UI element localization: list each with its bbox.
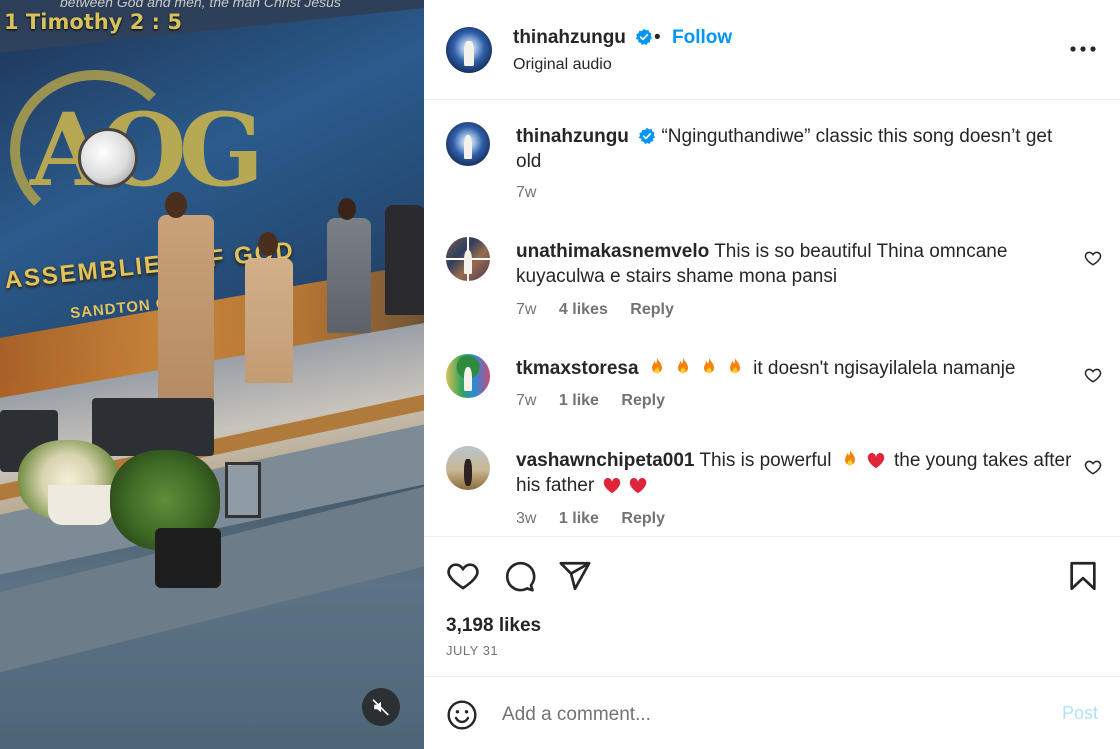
author-avatar[interactable] xyxy=(446,122,490,166)
comment-likes[interactable]: 1 like xyxy=(559,392,599,409)
lantern xyxy=(225,462,261,518)
comment-meta: 7w 4 likes Reply xyxy=(516,301,692,319)
post-date[interactable]: JULY 31 xyxy=(446,643,498,658)
comment-username[interactable]: unathimakasnemvelo xyxy=(516,241,709,262)
fire-emoji-icon xyxy=(651,358,662,374)
author-avatar[interactable] xyxy=(446,27,492,73)
singer-boy-head xyxy=(258,232,278,256)
post-comment-button[interactable]: Post xyxy=(1062,703,1098,724)
comment-like-heart-icon[interactable] xyxy=(1084,249,1102,267)
caption-text: thinahzungu “Nginguthandiwe” classic thi… xyxy=(516,124,1076,174)
caption-meta: 7w xyxy=(516,184,554,202)
singer-man-head xyxy=(165,192,187,218)
follow-button[interactable]: Follow xyxy=(672,27,732,49)
red-heart-emoji-icon xyxy=(630,478,647,494)
more-horizontal-icon[interactable] xyxy=(1066,36,1100,62)
audio-label[interactable]: Original audio xyxy=(513,56,612,74)
comment-likes[interactable]: 1 like xyxy=(559,510,599,527)
speaker-muted-icon xyxy=(372,699,389,716)
commenter-avatar[interactable] xyxy=(446,446,490,490)
header-separator: • xyxy=(654,27,661,48)
plant-pot xyxy=(155,528,221,588)
comment-input[interactable] xyxy=(502,699,1042,731)
add-comment-bar: Post xyxy=(424,676,1120,749)
red-heart-emoji-icon xyxy=(867,453,884,469)
commenter-avatar[interactable] xyxy=(446,237,490,281)
flower-pot xyxy=(48,485,112,525)
comment-meta: 3w 1 like Reply xyxy=(516,510,683,528)
comment-meta: 7w 1 like Reply xyxy=(516,392,683,410)
comment-time[interactable]: 3w xyxy=(516,510,536,527)
comments-list[interactable]: thinahzungu “Nginguthandiwe” classic thi… xyxy=(424,100,1120,536)
comment-like-heart-icon[interactable] xyxy=(1084,458,1102,476)
comment-like-heart-icon[interactable] xyxy=(1084,366,1102,384)
caption-username[interactable]: thinahzungu xyxy=(516,126,629,147)
singer-man xyxy=(158,215,214,405)
emoji-picker-icon[interactable] xyxy=(446,699,478,731)
caption-time[interactable]: 7w xyxy=(516,184,536,201)
likes-count[interactable]: 3,198 likes xyxy=(446,615,541,637)
mute-toggle-button[interactable] xyxy=(362,688,400,726)
singer-boy xyxy=(245,258,293,383)
comment-text: vashawnchipeta001 This is powerful the y… xyxy=(516,448,1076,498)
fire-emoji-icon xyxy=(844,450,855,466)
comment-body: This is powerful xyxy=(699,450,832,471)
bookmark-icon[interactable] xyxy=(1066,559,1100,593)
comment-likes[interactable]: 4 likes xyxy=(559,301,608,318)
church-logo-globe xyxy=(78,128,138,188)
comment-body: it doesn't ngisayilalela namanje xyxy=(753,358,1016,379)
comment-body-cont: the young takes xyxy=(893,450,1029,471)
background-person-head xyxy=(338,198,356,220)
author-username-row: thinahzungu xyxy=(513,27,653,49)
post-header: thinahzungu • Follow Original audio xyxy=(424,0,1120,100)
comment-time[interactable]: 7w xyxy=(516,392,536,409)
red-heart-emoji-icon xyxy=(604,478,621,494)
post-details-panel: thinahzungu • Follow Original audio thin… xyxy=(424,0,1120,749)
heart-icon[interactable] xyxy=(446,559,480,593)
comment-text: tkmaxstoresa it doesn't ngisayilalela na… xyxy=(516,356,1076,381)
fire-emoji-icon xyxy=(677,358,688,374)
comment-text: unathimakasnemvelo This is so beautiful … xyxy=(516,239,1076,289)
verified-badge-icon xyxy=(635,28,653,45)
fire-emoji-icon xyxy=(703,358,714,374)
scripture-reference: 1 Timothy 2 : 5 xyxy=(4,10,182,34)
reply-button[interactable]: Reply xyxy=(621,392,665,409)
post-video[interactable]: between God and men, the man Christ Jesu… xyxy=(0,0,424,749)
reply-button[interactable]: Reply xyxy=(621,510,665,527)
stage-speaker xyxy=(92,398,214,456)
comment-username[interactable]: vashawnchipeta001 xyxy=(516,450,694,471)
comment-icon[interactable] xyxy=(502,559,536,593)
background-person xyxy=(327,218,371,333)
share-icon[interactable] xyxy=(558,559,592,593)
fire-emoji-icon xyxy=(729,358,740,374)
author-username[interactable]: thinahzungu xyxy=(513,27,626,48)
reply-button[interactable]: Reply xyxy=(630,301,674,318)
comment-username[interactable]: tkmaxstoresa xyxy=(516,358,639,379)
background-person xyxy=(385,205,424,315)
comment-time[interactable]: 7w xyxy=(516,301,536,318)
verified-badge-icon xyxy=(638,127,656,144)
post-actions: 3,198 likes JULY 31 xyxy=(424,536,1120,676)
banner-scripture-text: between God and men, the man Christ Jesu… xyxy=(60,0,341,10)
commenter-avatar[interactable] xyxy=(446,354,490,398)
